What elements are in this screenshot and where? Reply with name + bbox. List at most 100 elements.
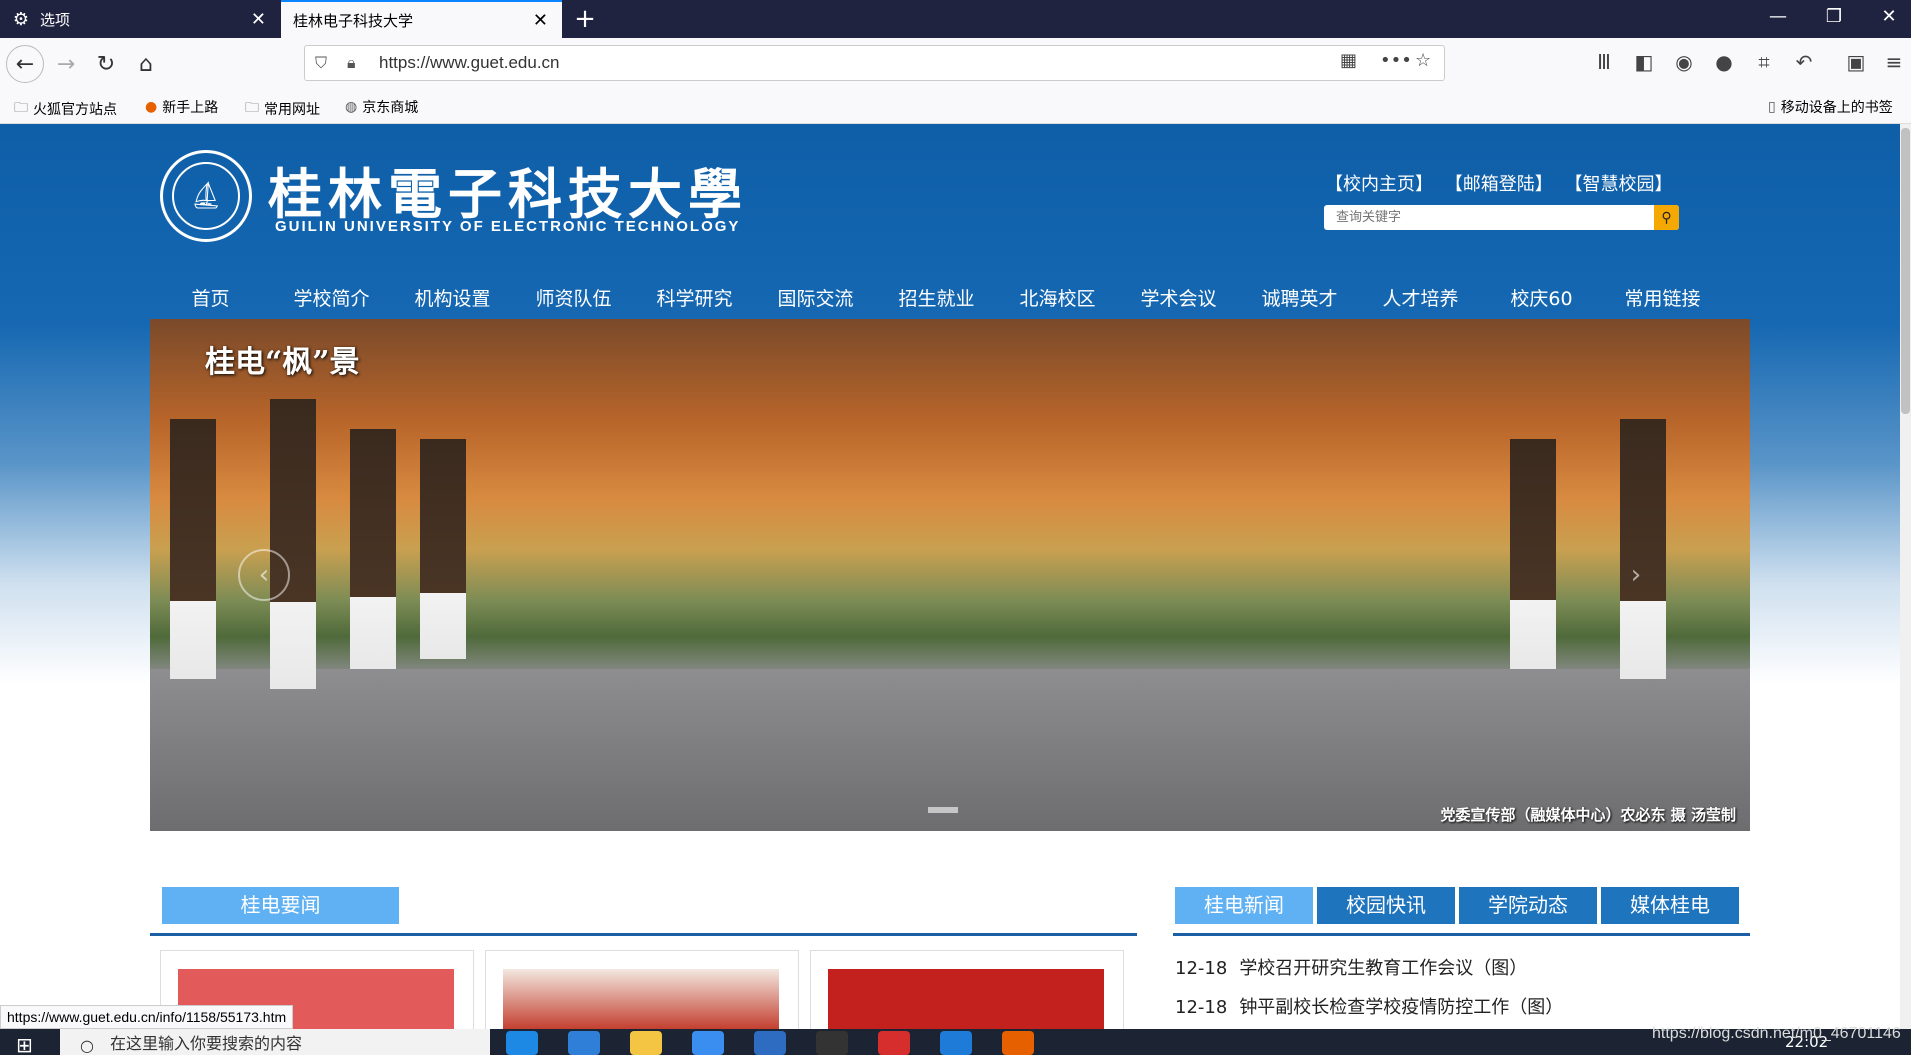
firefox-icon: ● [145, 99, 158, 115]
windows-start-icon[interactable]: ⊞ [16, 1033, 33, 1057]
account-icon[interactable]: ◉ [1670, 50, 1698, 74]
library-icon[interactable]: Ⅲ [1590, 50, 1618, 74]
gift-icon[interactable]: ▣ [1842, 50, 1870, 74]
search-input[interactable] [1324, 205, 1654, 230]
file-explorer-icon[interactable] [630, 1031, 662, 1055]
phone-icon: ▯ [1768, 99, 1776, 115]
menu-item-jobs[interactable]: 诚聘英才 [1239, 284, 1360, 320]
menu-item-admissions[interactable]: 招生就业 [876, 284, 997, 320]
tab-guet[interactable]: 桂林电子科技大学 ✕ [281, 0, 562, 38]
news-title[interactable]: 钟平副校长检查学校疫情防控工作（图） [1239, 997, 1563, 1018]
news-tabs: 桂电新闻 校园快讯 学院动态 媒体桂电 [1175, 887, 1743, 924]
app-icon[interactable] [754, 1031, 786, 1055]
bookmark-item[interactable]: ◍ 京东商城 [345, 97, 418, 117]
tab-label: 桂林电子科技大学 [293, 11, 414, 30]
menu-item-intro[interactable]: 学校简介 [271, 284, 392, 320]
university-logo[interactable]: ⛵︎ [160, 150, 252, 242]
restore-button[interactable]: ❐ [1814, 6, 1854, 27]
menu-icon[interactable]: ≡ [1880, 50, 1908, 74]
chat-icon[interactable]: ● [1710, 50, 1738, 74]
browser-app-icon[interactable] [568, 1031, 600, 1055]
close-icon[interactable]: ✕ [533, 10, 548, 31]
list-item[interactable]: 12-18 钟平副校长检查学校疫情防控工作（图） [1175, 988, 1563, 1027]
tab-media-guet[interactable]: 媒体桂电 [1601, 887, 1739, 924]
terminal-icon[interactable] [816, 1031, 848, 1055]
firefox-icon[interactable] [1002, 1031, 1034, 1055]
bookmark-star-icon[interactable]: ☆ [1415, 50, 1431, 71]
lock-icon[interactable]: 🔒︎ [347, 53, 356, 73]
link-email-login[interactable]: 【邮箱登陆】 [1445, 174, 1553, 195]
app-icon[interactable] [692, 1031, 724, 1055]
hero-credit: 党委宣传部（融媒体中心）农必东 摄 汤莹制 [1440, 806, 1736, 824]
hero-banner[interactable]: 桂电“枫”景 党委宣传部（融媒体中心）农必东 摄 汤莹制 ‹ › [150, 319, 1750, 831]
bookmark-label: 常用网址 [264, 102, 320, 118]
bookmark-item[interactable]: 🗀 火狐官方站点 [14, 97, 117, 121]
new-tab-button[interactable]: + [570, 4, 600, 34]
taskbar-search[interactable]: ○ 在这里输入你要搜索的内容 [60, 1029, 490, 1055]
link-campus-home[interactable]: 【校内主页】 [1325, 174, 1433, 195]
menu-item-organization[interactable]: 机构设置 [392, 284, 513, 320]
edge-app-icon[interactable] [506, 1031, 538, 1055]
menu-item-international[interactable]: 国际交流 [755, 284, 876, 320]
reload-button[interactable]: ↻ [88, 46, 124, 82]
sidebar-icon[interactable]: ◧ [1630, 50, 1658, 74]
menu-item-research[interactable]: 科学研究 [634, 284, 755, 320]
folder-icon: 🗀 [14, 100, 28, 116]
carousel-prev-icon[interactable]: ‹ [238, 549, 290, 601]
tab-campus-flash[interactable]: 校园快讯 [1317, 887, 1455, 924]
scrollbar-thumb[interactable] [1901, 128, 1910, 414]
more-actions-icon[interactable]: ••• [1380, 50, 1412, 71]
shield-icon[interactable]: ⛉ [315, 53, 327, 73]
news-thumbnail[interactable] [485, 950, 799, 1029]
tab-college-news[interactable]: 学院动态 [1459, 887, 1597, 924]
tab-bar: ⚙ 选项 ✕ 桂林电子科技大学 ✕ + — ❐ ✕ [0, 0, 1911, 38]
menu-item-anniversary[interactable]: 校庆60 [1481, 284, 1602, 320]
back-button[interactable]: ← [6, 45, 44, 83]
carousel-indicator[interactable] [928, 807, 958, 813]
screenshot-icon[interactable]: ⌗ [1750, 50, 1778, 74]
bookmark-label: 京东商城 [362, 100, 419, 116]
menu-item-talent[interactable]: 人才培养 [1360, 284, 1481, 320]
news-title[interactable]: 学校召开研究生教育工作会议（图） [1239, 958, 1527, 979]
tree-trunk [420, 439, 466, 659]
tab-options[interactable]: ⚙ 选项 ✕ [0, 0, 280, 38]
tree-trunk [350, 429, 396, 669]
url-text[interactable]: https://www.guet.edu.cn [379, 53, 560, 73]
close-icon[interactable]: ✕ [251, 9, 266, 30]
thumbnail-image [828, 969, 1104, 1029]
list-item[interactable]: 12-18 学校召开研究生教育工作会议（图） [1175, 949, 1563, 988]
app-icon[interactable] [940, 1031, 972, 1055]
top-links: 【校内主页】 【邮箱登陆】 【智慧校园】 [1325, 170, 1678, 196]
divider [1173, 933, 1750, 936]
bookmark-label: 新手上路 [162, 100, 219, 116]
bookmark-item[interactable]: 🗀 常用网址 [245, 97, 320, 121]
bookmark-item[interactable]: ● 新手上路 [145, 97, 218, 117]
page-scrollbar[interactable] [1900, 124, 1911, 1029]
link-smart-campus[interactable]: 【智慧校园】 [1564, 174, 1672, 195]
university-name-en: GUILIN UNIVERSITY OF ELECTRONIC TECHNOLO… [275, 218, 741, 235]
undo-icon[interactable]: ↶ [1790, 50, 1818, 74]
app-icon[interactable] [878, 1031, 910, 1055]
url-bar[interactable]: ⛉ 🔒︎ https://www.guet.edu.cn ▦ ••• ☆ [304, 45, 1445, 81]
section-title-key-news[interactable]: 桂电要闻 [162, 887, 399, 924]
menu-item-links[interactable]: 常用链接 [1602, 284, 1723, 320]
tab-guet-news[interactable]: 桂电新闻 [1175, 887, 1313, 924]
menu-item-conferences[interactable]: 学术会议 [1118, 284, 1239, 320]
menu-item-beihai-campus[interactable]: 北海校区 [997, 284, 1118, 320]
taskbar-search-placeholder: 在这里输入你要搜索的内容 [110, 1034, 303, 1053]
search-icon[interactable]: ⚲ [1654, 205, 1679, 230]
carousel-next-icon[interactable]: › [1610, 549, 1662, 601]
menu-item-home[interactable]: 首页 [150, 284, 271, 320]
forward-button[interactable]: → [48, 46, 84, 82]
mobile-bookmarks[interactable]: ▯ 移动设备上的书签 [1768, 97, 1893, 117]
news-date: 12-18 [1175, 997, 1228, 1018]
news-thumbnail[interactable] [810, 950, 1124, 1029]
watermark: https://blog.csdn.net/m0_46701146 [1652, 1025, 1901, 1042]
menu-item-faculty[interactable]: 师资队伍 [513, 284, 634, 320]
close-window-button[interactable]: ✕ [1869, 6, 1909, 27]
minimize-button[interactable]: — [1758, 6, 1798, 27]
home-button[interactable]: ⌂ [128, 46, 164, 82]
qr-code-icon[interactable]: ▦ [1340, 50, 1357, 71]
thumbnail-image [503, 969, 779, 1029]
tree-trunk [1510, 439, 1556, 669]
